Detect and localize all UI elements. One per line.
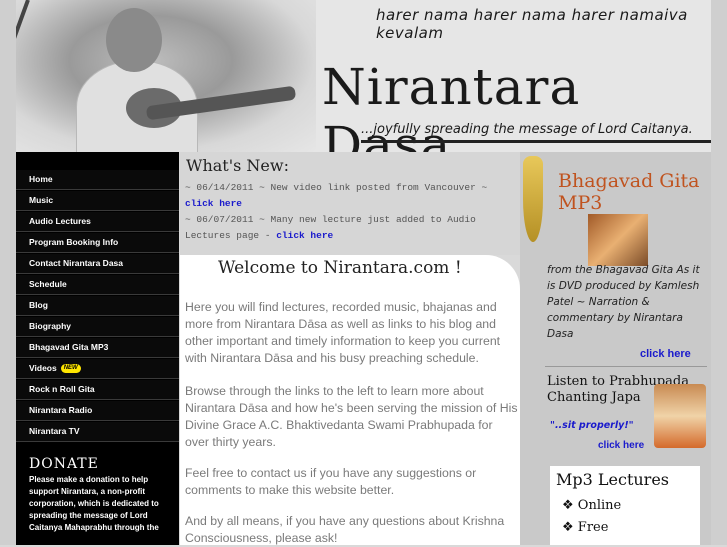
nav-item-label: Music	[29, 195, 54, 205]
nav-item-label: Home	[29, 174, 53, 184]
japa-quote: "..sit properly!"	[550, 420, 634, 431]
donate-heading[interactable]: DONATE	[29, 456, 99, 472]
bullet-icon: ❖	[562, 520, 578, 535]
news-entry: ~ 06/14/2011 ~ New video link posted fro…	[185, 180, 517, 212]
nav-item-label: Program Booking Info	[29, 237, 119, 247]
nav-item-blog[interactable]: Blog	[16, 296, 179, 316]
left-nav: Home Music Audio Lectures Program Bookin…	[16, 152, 179, 545]
mp3-item-online: ❖ Online	[562, 498, 621, 513]
bullet-icon: ❖	[562, 498, 578, 513]
news-date: ~ 06/07/2011 ~	[185, 214, 265, 225]
site-tagline: ...joyfully spreading the message of Lor…	[361, 122, 693, 137]
welcome-heading: Welcome to Nirantara.com !	[218, 258, 462, 278]
mp3-item-free: ❖ Free	[562, 520, 608, 535]
mp3-lectures-title: Mp3 Lectures	[556, 470, 670, 489]
left-texture-strip	[0, 0, 16, 545]
sidebar-divider	[545, 366, 707, 367]
microphone-stand	[16, 0, 30, 142]
donate-text: Please make a donation to help support N…	[29, 475, 159, 532]
nav-list: Home Music Audio Lectures Program Bookin…	[16, 170, 179, 443]
whats-new-panel: What's New: ~ 06/14/2011 ~ New video lin…	[180, 152, 520, 255]
news-entry: ~ 06/07/2011 ~ Many new lecture just add…	[185, 212, 517, 244]
nav-item-nirantara-tv[interactable]: Nirantara TV	[16, 422, 179, 442]
header-mantra: harer nama harer nama harer namaiva keva…	[376, 6, 688, 42]
whats-new-title: What's New:	[186, 156, 289, 175]
right-sidebar: Bhagavad Gita MP3 from the Bhagavad Gita…	[520, 152, 711, 545]
mp3-lectures-box[interactable]: Mp3 Lectures ❖ Online ❖ Free	[550, 466, 700, 545]
mp3-item-label: Free	[577, 520, 609, 535]
nav-item-label: Contact Nirantara Dasa	[29, 258, 124, 268]
nav-item-music[interactable]: Music	[16, 191, 179, 211]
bhagavad-gita-dvd-image[interactable]	[588, 214, 648, 266]
mp3-item-label: Online	[577, 498, 622, 513]
nav-item-videos[interactable]: Videos NEW	[16, 359, 179, 379]
nav-item-bhagavad-gita-mp3[interactable]: Bhagavad Gita MP3	[16, 338, 179, 358]
nav-item-label: Schedule	[29, 279, 67, 289]
new-badge: NEW	[60, 364, 81, 374]
news-click-here-link[interactable]: click here	[276, 230, 333, 241]
tilak-pendant-icon	[523, 156, 543, 242]
intro-paragraph: And by all means, if you have any questi…	[185, 514, 505, 545]
nav-item-rock-n-roll-gita[interactable]: Rock n Roll Gita	[16, 380, 179, 400]
nav-item-label: Videos	[29, 363, 57, 373]
nav-item-label: Bhagavad Gita MP3	[29, 342, 109, 352]
nav-item-program-booking-info[interactable]: Program Booking Info	[16, 233, 179, 253]
nav-item-audio-lectures[interactable]: Audio Lectures	[16, 212, 179, 232]
photo-figure-head	[106, 8, 162, 72]
nav-item-contact[interactable]: Contact Nirantara Dasa	[16, 254, 179, 274]
header-photo	[16, 0, 316, 152]
japa-click-here-link[interactable]: click here	[598, 440, 644, 451]
nav-item-label: Audio Lectures	[29, 216, 91, 226]
nav-item-nirantara-radio[interactable]: Nirantara Radio	[16, 401, 179, 421]
bhagavad-gita-mp3-title[interactable]: Bhagavad Gita MP3	[558, 170, 711, 214]
site-header: harer nama harer nama harer namaiva keva…	[16, 0, 711, 152]
intro-paragraph: Here you will find lectures, recorded mu…	[185, 300, 501, 365]
intro-paragraph: Feel free to contact us if you have any …	[185, 466, 477, 497]
prabhupada-photo[interactable]	[654, 384, 706, 448]
nav-item-biography[interactable]: Biography	[16, 317, 179, 337]
nav-item-label: Nirantara Radio	[29, 405, 93, 415]
nav-item-label: Blog	[29, 300, 48, 310]
right-texture-strip	[711, 0, 727, 545]
nav-item-schedule[interactable]: Schedule	[16, 275, 179, 295]
intro-paragraph: Browse through the links to the left to …	[185, 384, 518, 449]
bhagavad-gita-description: from the Bhagavad Gita As it is DVD prod…	[547, 264, 700, 340]
news-text: New video link posted from Vancouver ~	[270, 182, 488, 193]
news-click-here-link[interactable]: click here	[185, 198, 242, 209]
nav-item-home[interactable]: Home	[16, 170, 179, 190]
main-content: Welcome to Nirantara.com ! Here you will…	[180, 255, 520, 545]
nav-item-label: Rock n Roll Gita	[29, 384, 95, 394]
nav-item-label: Biography	[29, 321, 72, 331]
nav-item-label: Nirantara TV	[29, 426, 80, 436]
site-title: Nirantara Dasa	[322, 58, 581, 152]
news-date: ~ 06/14/2011 ~	[185, 182, 265, 193]
tagline-underline	[361, 140, 711, 143]
bhagavad-gita-click-here-link[interactable]: click here	[640, 348, 691, 360]
